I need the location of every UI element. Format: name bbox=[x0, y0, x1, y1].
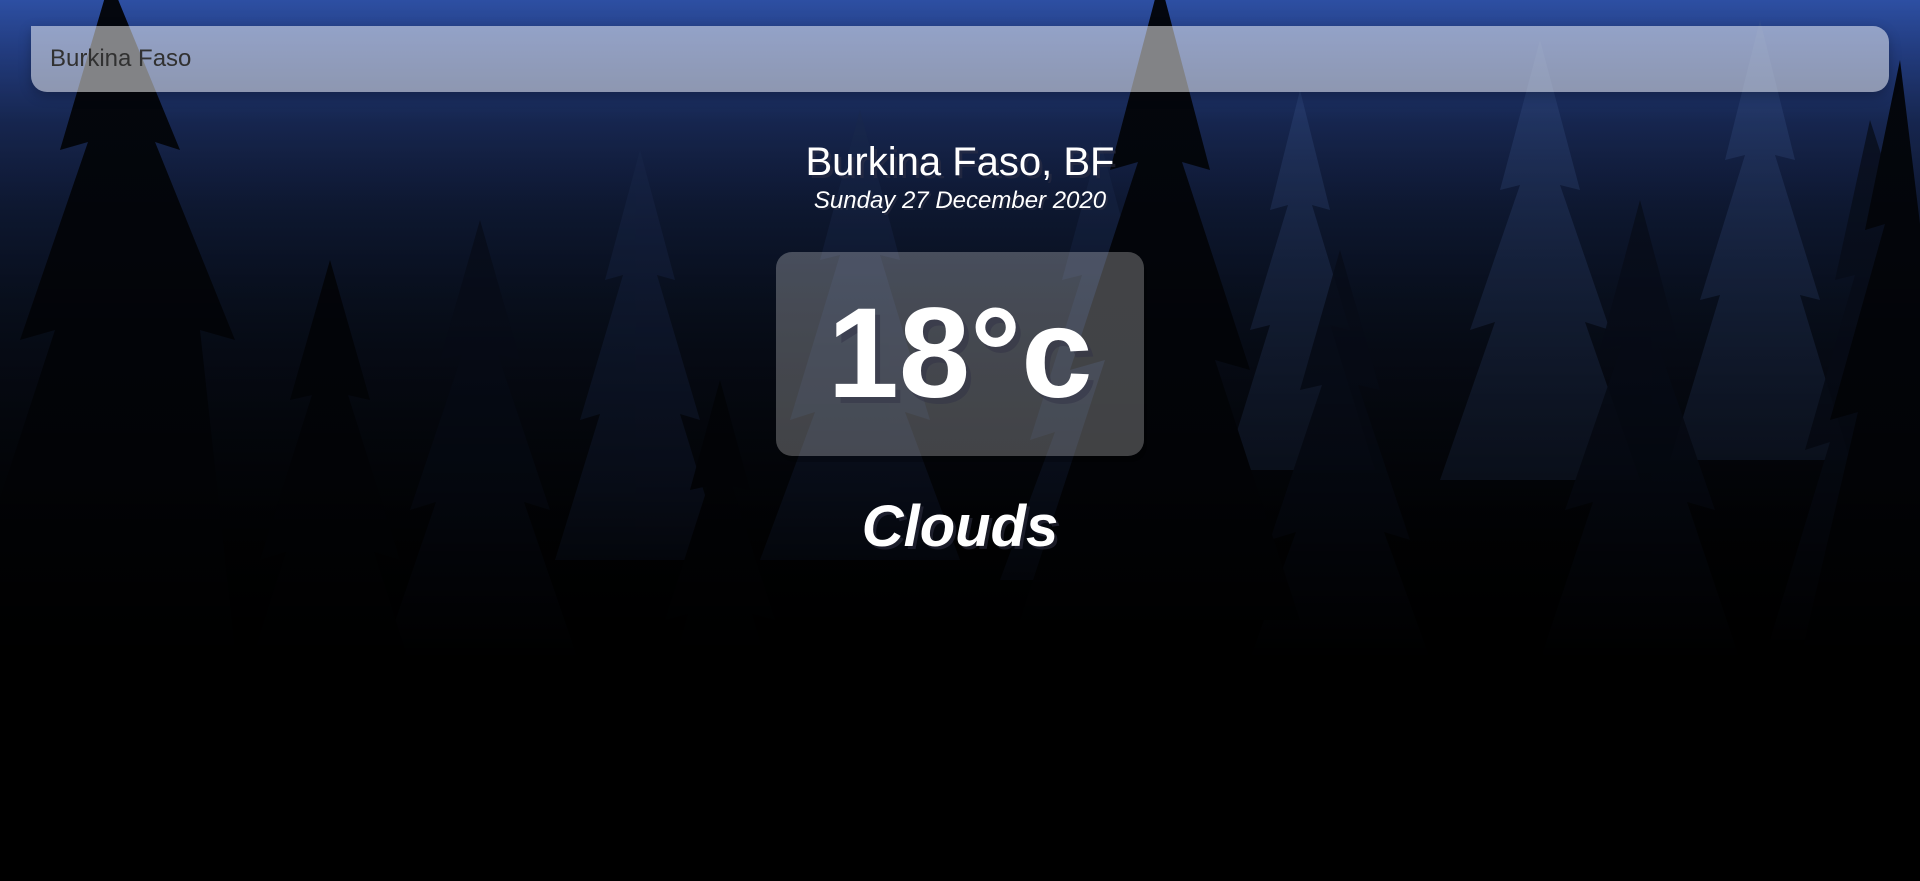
temperature-display: 18°c bbox=[776, 252, 1144, 456]
location-name: Burkina Faso, BF bbox=[805, 140, 1115, 184]
weather-app: Burkina Faso, BF Sunday 27 December 2020… bbox=[0, 0, 1920, 881]
date-label: Sunday 27 December 2020 bbox=[813, 187, 1107, 214]
location-box: Burkina Faso, BF Sunday 27 December 2020 bbox=[0, 138, 1920, 216]
search-input[interactable] bbox=[31, 26, 1889, 92]
weather-condition: Clouds bbox=[861, 494, 1059, 559]
